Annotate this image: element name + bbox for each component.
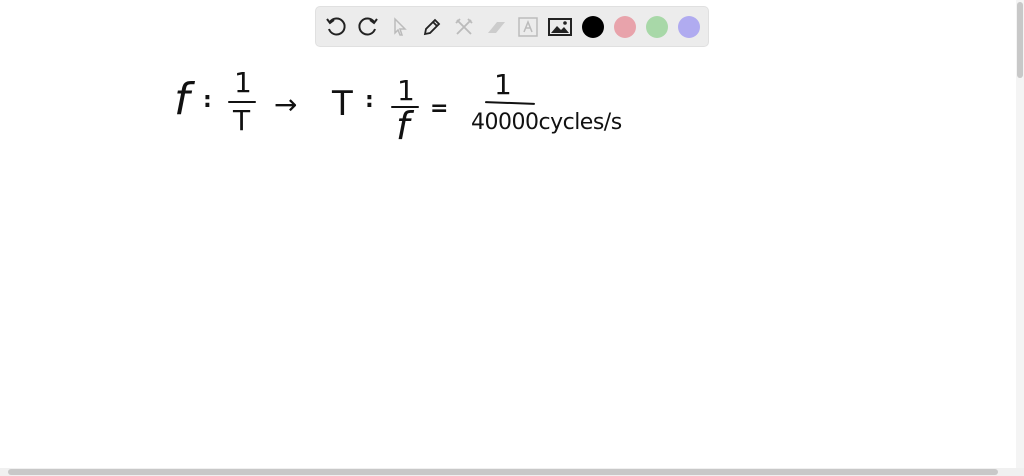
eq2-denominator: f xyxy=(396,104,410,148)
eq1-denominator: T xyxy=(233,104,251,137)
horizontal-scrollbar[interactable] xyxy=(0,468,1024,476)
vertical-scrollbar[interactable] xyxy=(1016,0,1024,468)
pen-icon[interactable] xyxy=(420,15,444,39)
horizontal-scroll-thumb[interactable] xyxy=(8,469,998,475)
image-icon[interactable] xyxy=(548,15,572,39)
eq1-colon: : xyxy=(203,88,212,113)
vertical-scroll-thumb[interactable] xyxy=(1017,2,1023,78)
tools-icon[interactable] xyxy=(452,15,476,39)
eq1-numerator: 1 xyxy=(234,66,252,99)
eq2-numerator: 1 xyxy=(397,74,415,107)
redo-icon[interactable] xyxy=(356,15,380,39)
eq1-lhs: f xyxy=(174,74,190,125)
eq2-lhs: T xyxy=(332,84,353,124)
color-purple-swatch[interactable] xyxy=(678,16,700,38)
color-pink-swatch[interactable] xyxy=(614,16,636,38)
eq2-colon: : xyxy=(365,88,374,113)
color-black-swatch[interactable] xyxy=(582,16,604,38)
eraser-icon[interactable] xyxy=(484,15,508,39)
select-icon[interactable] xyxy=(388,15,412,39)
eq3-denominator: 40000cycles/s xyxy=(471,110,622,135)
arrow: → xyxy=(274,88,298,121)
drawing-toolbar xyxy=(315,6,709,47)
fraction-bar xyxy=(228,101,256,103)
undo-icon[interactable] xyxy=(324,15,348,39)
eq3-numerator: 1 xyxy=(494,68,512,101)
equals-sign: = xyxy=(430,96,449,121)
text-icon[interactable] xyxy=(516,15,540,39)
color-green-swatch[interactable] xyxy=(646,16,668,38)
